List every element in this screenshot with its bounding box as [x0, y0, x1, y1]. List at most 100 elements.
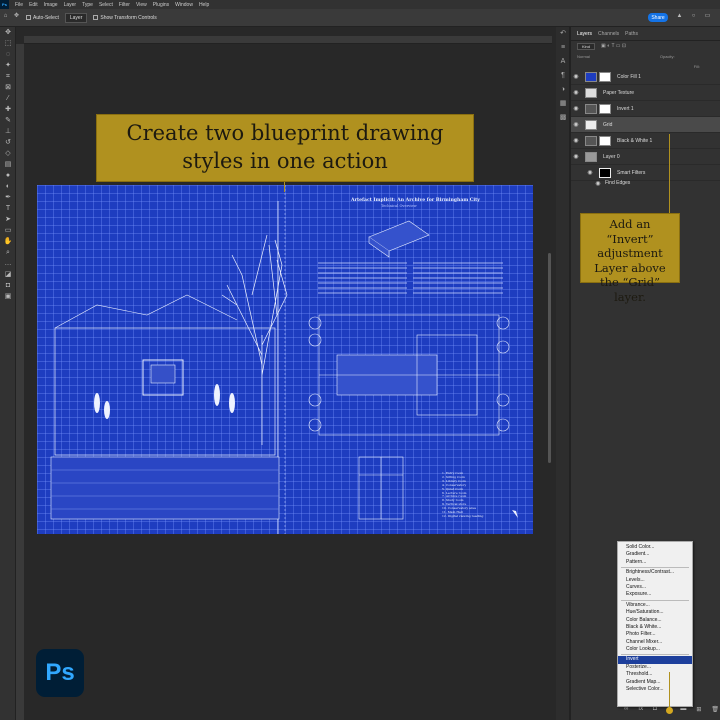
menu-plugins[interactable]: Plugins	[153, 2, 169, 8]
history-icon[interactable]: ↶	[556, 27, 570, 41]
frame-tool-icon[interactable]: ⊠	[0, 82, 16, 93]
menu-layer[interactable]: Layer	[64, 2, 77, 8]
libraries-icon[interactable]: ▦	[556, 97, 570, 111]
search-icon[interactable]: ○	[690, 13, 697, 20]
layer-filter-dropdown[interactable]: Kind	[577, 42, 596, 50]
share-button[interactable]: Share	[648, 13, 668, 22]
menu-select[interactable]: Select	[99, 2, 113, 8]
menu-item-vibrance[interactable]: Vibrance...	[618, 602, 692, 609]
menu-item-color-lookup[interactable]: Color Lookup...	[618, 646, 692, 653]
menu-item-invert[interactable]: Invert	[618, 656, 692, 664]
show-transform-checkbox[interactable]: Show Transform Controls	[93, 15, 157, 21]
menu-item-pattern[interactable]: Pattern...	[618, 559, 692, 566]
menu-item-brightness-contrast[interactable]: Brightness/Contrast...	[618, 569, 692, 576]
link-icon[interactable]: ∞	[624, 706, 628, 716]
layer-invert[interactable]: ◉ Invert 1	[571, 101, 720, 117]
trash-icon[interactable]: 🗑	[711, 706, 719, 716]
character-icon[interactable]: A	[556, 55, 570, 69]
eraser-icon[interactable]: ◇	[0, 148, 16, 159]
quick-mask-icon[interactable]: ◘	[0, 280, 16, 291]
stamp-tool-icon[interactable]: ⊥	[0, 126, 16, 137]
menu-item-solid-color[interactable]: Solid Color...	[618, 544, 692, 551]
properties-icon[interactable]: ≡	[556, 41, 570, 55]
notifications-icon[interactable]: ▲	[676, 13, 683, 20]
find-edges-row[interactable]: ◉ Find Edges	[571, 178, 720, 188]
move-tool-icon[interactable]: ✥	[0, 27, 16, 38]
brush-tool-icon[interactable]: ✎	[0, 115, 16, 126]
tab-channels[interactable]: Channels	[598, 31, 619, 37]
eye-icon[interactable]: ◉	[571, 137, 581, 144]
menu-edit[interactable]: Edit	[29, 2, 38, 8]
new-layer-icon[interactable]: ⊞	[696, 706, 701, 716]
menu-file[interactable]: File	[15, 2, 23, 8]
layer-color-fill[interactable]: ◉ Color Fill 1	[571, 69, 720, 85]
app-logo-icon[interactable]: Ps	[0, 0, 9, 9]
marquee-tool-icon[interactable]: ⬚	[0, 38, 16, 49]
blend-mode-dropdown[interactable]: Normal	[577, 54, 590, 59]
crop-tool-icon[interactable]: ⌗	[0, 71, 16, 82]
eye-icon[interactable]: ◉	[585, 169, 595, 176]
eyedropper-icon[interactable]: ⁄	[0, 93, 16, 104]
eye-icon[interactable]: ◉	[571, 105, 581, 112]
eye-icon[interactable]: ◉	[571, 73, 581, 80]
dodge-tool-icon[interactable]: ◐	[0, 181, 16, 192]
menu-item-hue-saturation[interactable]: Hue/Saturation...	[618, 609, 692, 616]
menu-window[interactable]: Window	[175, 2, 193, 8]
home-icon[interactable]: ⌂	[2, 13, 9, 20]
move-tool-icon[interactable]: ✥	[13, 13, 20, 20]
layer-black-white[interactable]: ◉ Black & White 1	[571, 133, 720, 149]
tab-paths[interactable]: Paths	[625, 31, 638, 37]
adjustments-icon[interactable]: ◑	[556, 83, 570, 97]
screen-mode-icon[interactable]: ▣	[0, 291, 16, 302]
menu-item-gradient[interactable]: Gradient...	[618, 551, 692, 558]
blur-tool-icon[interactable]: ●	[0, 170, 16, 181]
menu-item-color-balance[interactable]: Color Balance...	[618, 617, 692, 624]
lasso-tool-icon[interactable]: ◌	[0, 49, 16, 60]
menu-view[interactable]: View	[136, 2, 147, 8]
menu-image[interactable]: Image	[44, 2, 58, 8]
history-brush-icon[interactable]: ↺	[0, 137, 16, 148]
mask-icon[interactable]: ◘	[653, 706, 657, 716]
fx-icon[interactable]: fx	[638, 706, 643, 716]
eye-icon[interactable]: ◉	[571, 121, 581, 128]
menu-item-channel-mixer[interactable]: Channel Mixer...	[618, 639, 692, 646]
tab-layers[interactable]: Layers	[577, 31, 592, 37]
healing-brush-icon[interactable]: ✚	[0, 104, 16, 115]
menu-item-exposure[interactable]: Exposure...	[618, 591, 692, 598]
path-select-icon[interactable]: ➤	[0, 214, 16, 225]
menu-help[interactable]: Help	[199, 2, 209, 8]
shape-tool-icon[interactable]: ▭	[0, 225, 16, 236]
hand-tool-icon[interactable]: ✋	[0, 236, 16, 247]
menu-item-gradient-map[interactable]: Gradient Map...	[618, 679, 692, 686]
menu-type[interactable]: Type	[82, 2, 93, 8]
menu-item-photo-filter[interactable]: Photo Filter...	[618, 631, 692, 638]
vertical-scrollbar[interactable]	[548, 253, 551, 463]
more-tools-icon[interactable]: …	[0, 258, 16, 269]
layer-paper-texture[interactable]: ◉ Paper Texture	[571, 85, 720, 101]
layer-grid[interactable]: ◉ Grid	[571, 117, 720, 133]
workspace-icon[interactable]: ▭	[704, 13, 711, 20]
gradient-tool-icon[interactable]: ▤	[0, 159, 16, 170]
pen-tool-icon[interactable]: ✒	[0, 192, 16, 203]
paragraph-icon[interactable]: ¶	[556, 69, 570, 83]
type-tool-icon[interactable]: T	[0, 203, 16, 214]
menu-item-posterize[interactable]: Posterize...	[618, 664, 692, 671]
menu-filter[interactable]: Filter	[119, 2, 130, 8]
eye-icon[interactable]: ◉	[571, 153, 581, 160]
menu-item-black-white[interactable]: Black & White...	[618, 624, 692, 631]
menu-item-levels[interactable]: Levels...	[618, 577, 692, 584]
layer-0[interactable]: ◉ Layer 0	[571, 149, 720, 165]
eye-icon[interactable]: ◉	[571, 89, 581, 96]
color-swatches-icon[interactable]: ◪	[0, 269, 16, 280]
auto-select-dropdown[interactable]: Layer	[64, 12, 88, 23]
menu-item-selective-color[interactable]: Selective Color...	[618, 686, 692, 693]
eye-icon[interactable]: ◉	[593, 180, 603, 187]
document-canvas[interactable]: Artefact Implicit: An Archive for Birmin…	[37, 185, 533, 534]
zoom-tool-icon[interactable]: ⌕	[0, 247, 16, 258]
menu-item-curves[interactable]: Curves...	[618, 584, 692, 591]
menu-item-threshold[interactable]: Threshold...	[618, 671, 692, 678]
swatches-icon[interactable]: ▩	[556, 111, 570, 125]
filter-icons[interactable]: ▣ ◐ T ▭ ⊡	[601, 43, 626, 49]
auto-select-checkbox[interactable]: Auto-Select	[26, 15, 59, 21]
group-icon[interactable]: ▬	[680, 706, 686, 716]
